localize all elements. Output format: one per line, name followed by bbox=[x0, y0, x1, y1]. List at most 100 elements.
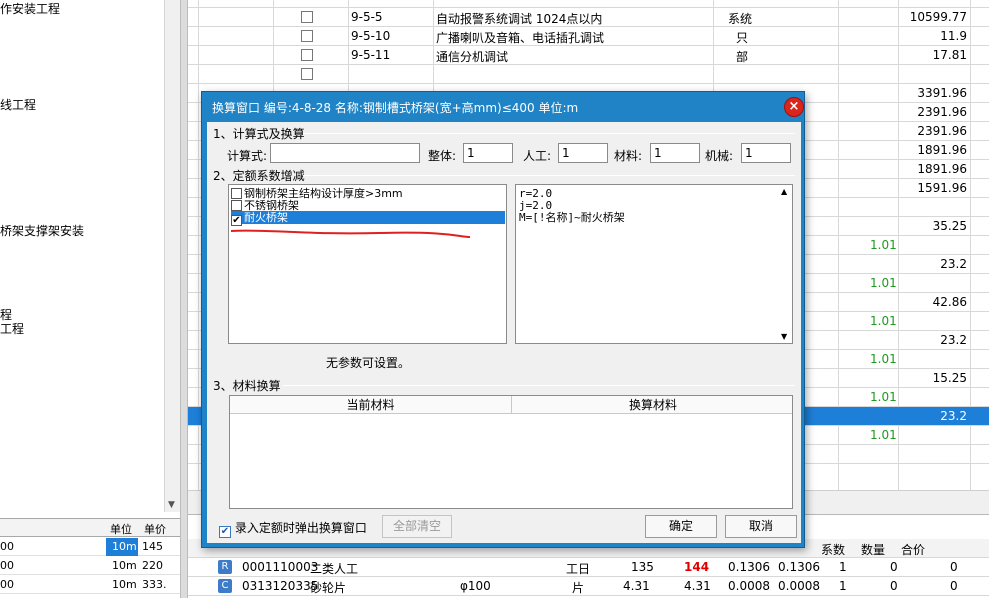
tree-item[interactable]: 线工程 bbox=[0, 96, 36, 113]
tree-item[interactable]: 工程 bbox=[0, 320, 24, 337]
checkbox-checked-icon[interactable]: ✔ bbox=[219, 526, 231, 538]
row-checkbox[interactable] bbox=[301, 30, 313, 42]
machine-label: 机械: bbox=[705, 149, 734, 163]
table-row[interactable]: C 0313120335 砂轮片 φ100 片 4.31 4.31 0.0008… bbox=[188, 577, 989, 596]
row-adjusted-price: 144 bbox=[684, 560, 710, 574]
red-underline-annotation bbox=[230, 229, 471, 238]
row-value: 1891.96 bbox=[917, 143, 967, 157]
row-total: 0 bbox=[950, 579, 958, 593]
table-row[interactable] bbox=[188, 0, 989, 8]
column-header: 当前材料 bbox=[230, 396, 512, 414]
column-header: 系数 bbox=[821, 543, 846, 557]
checkbox-unchecked-icon[interactable] bbox=[231, 200, 242, 211]
row-qty: 0.1306 bbox=[728, 560, 770, 574]
row-spec: φ100 bbox=[460, 579, 491, 593]
checkbox-unchecked-icon[interactable] bbox=[231, 188, 242, 199]
row-code: 0001110003 bbox=[242, 560, 319, 574]
table-row[interactable]: R 0001110003 二类人工 工日 135 144 0.1306 0.13… bbox=[188, 558, 989, 577]
formula-line: M=[!名称]~耐火桥架 bbox=[519, 211, 625, 224]
tree-item[interactable]: 作安装工程 bbox=[0, 0, 60, 17]
table-row[interactable]: 00 10m 145 bbox=[0, 538, 180, 556]
row-coef: 1.01 bbox=[870, 276, 897, 290]
calc-input[interactable] bbox=[270, 143, 420, 163]
row-value: 10599.77 bbox=[909, 10, 967, 24]
conversion-dialog: 换算窗口 编号:4-8-28 名称:钢制槽式桥架(宽+高mm)≤400 单位:m… bbox=[201, 91, 805, 548]
row-unit: 工日 bbox=[566, 562, 591, 576]
row-value: 23.2 bbox=[940, 257, 967, 271]
row-amount: 0 bbox=[890, 560, 898, 574]
row-value: 1591.96 bbox=[917, 181, 967, 195]
row-checkbox[interactable] bbox=[301, 11, 313, 23]
ok-button[interactable]: 确定 bbox=[645, 515, 717, 538]
row-price: 135 bbox=[631, 560, 654, 574]
row-coef: 1 bbox=[839, 579, 847, 593]
table-row[interactable]: 00 10m 333. bbox=[0, 576, 180, 594]
row-unit[interactable]: 10m bbox=[106, 538, 138, 556]
machine-input[interactable]: 1 bbox=[741, 143, 791, 163]
column-header: 数量 bbox=[861, 543, 886, 557]
row-name: 砂轮片 bbox=[310, 581, 347, 595]
dialog-title: 换算窗口 编号:4-8-28 名称:钢制槽式桥架(宽+高mm)≤400 单位:m bbox=[212, 101, 579, 115]
scroll-down-icon[interactable]: ▼ bbox=[168, 500, 175, 510]
left-price-table: 单位 单价 00 10m 145 00 10m 220 00 10m 333. bbox=[0, 518, 180, 598]
whole-input[interactable]: 1 bbox=[463, 143, 513, 163]
material-input[interactable]: 1 bbox=[650, 143, 700, 163]
row-value: 35.25 bbox=[932, 219, 967, 233]
row-coef: 1 bbox=[839, 560, 847, 574]
row-coef: 1.01 bbox=[870, 390, 897, 404]
section-title: 2、定额系数增减 bbox=[213, 169, 305, 183]
row-value: 23.2 bbox=[940, 333, 967, 347]
table-row[interactable]: 00 10m 220 bbox=[0, 557, 180, 575]
row-code: 9-5-11 bbox=[351, 48, 391, 62]
row-value: 3391.96 bbox=[917, 86, 967, 100]
row-value: 42.86 bbox=[932, 295, 967, 309]
table-row[interactable]: 9-5-5 自动报警系统调试 1024点以内 系统 10599.77 bbox=[188, 8, 989, 27]
formula-textarea[interactable]: r=2.0 j=2.0 M=[!名称]~耐火桥架 ▲ ▼ bbox=[515, 184, 793, 344]
scroll-down-icon[interactable]: ▼ bbox=[781, 332, 787, 341]
cancel-button[interactable]: 取消 bbox=[725, 515, 797, 538]
row-unit: 10m bbox=[112, 578, 137, 591]
material-table[interactable]: 当前材料 换算材料 bbox=[229, 395, 793, 509]
coefficient-list[interactable]: 钢制桥架主结构设计厚度>3mm 不锈钢桥架 ✔ 耐火桥架 bbox=[228, 184, 507, 344]
row-name: 二类人工 bbox=[310, 562, 359, 576]
whole-label: 整体: bbox=[428, 149, 457, 163]
labor-label: 人工: bbox=[523, 149, 552, 163]
row-code: 00 bbox=[0, 559, 14, 572]
row-coef: 1.01 bbox=[870, 428, 897, 442]
section-title: 3、材料换算 bbox=[213, 379, 281, 393]
row-price: 145 bbox=[142, 540, 163, 553]
dialog-body: 1、计算式及换算 计算式: 整体: 1 人工: 1 材料: 1 机械: 1 2、… bbox=[207, 122, 801, 543]
panel-splitter[interactable] bbox=[180, 0, 188, 598]
row-checkbox[interactable] bbox=[301, 68, 313, 80]
table-row[interactable] bbox=[188, 65, 989, 84]
row-unit: 只 bbox=[736, 31, 749, 45]
material-label: 材料: bbox=[614, 149, 643, 163]
row-coef: 1.01 bbox=[870, 314, 897, 328]
popup-option[interactable]: ✔ 录入定额时弹出换算窗口 bbox=[219, 519, 367, 538]
tree-item[interactable]: 桥架支撑架安装 bbox=[0, 222, 84, 239]
row-qty: 0.1306 bbox=[778, 560, 820, 574]
row-value: 15.25 bbox=[932, 371, 967, 385]
row-code: 0313120335 bbox=[242, 579, 319, 593]
row-checkbox[interactable] bbox=[301, 49, 313, 61]
scroll-up-icon[interactable]: ▲ bbox=[781, 187, 787, 196]
table-row[interactable]: 9-5-11 通信分机调试 部 17.81 bbox=[188, 46, 989, 65]
close-icon[interactable]: × bbox=[784, 97, 804, 117]
table-row[interactable]: 9-5-10 广播喇叭及音箱、电话插孔调试 只 11.9 bbox=[188, 27, 989, 46]
labor-input[interactable]: 1 bbox=[558, 143, 608, 163]
clear-all-button[interactable]: 全部清空 bbox=[382, 515, 452, 538]
row-total: 0 bbox=[950, 560, 958, 574]
resource-type-badge: C bbox=[218, 579, 232, 593]
tree-scrollbar[interactable]: ▼ bbox=[164, 0, 180, 512]
row-value: 2391.96 bbox=[917, 105, 967, 119]
row-qty: 0.0008 bbox=[778, 579, 820, 593]
row-price: 4.31 bbox=[623, 579, 650, 593]
row-price: 220 bbox=[142, 559, 163, 572]
row-value: 11.9 bbox=[940, 29, 967, 43]
row-name: 广播喇叭及音箱、电话插孔调试 bbox=[436, 31, 605, 45]
textarea-scrollbar[interactable]: ▲ ▼ bbox=[778, 185, 792, 343]
column-header: 单价 bbox=[144, 523, 166, 536]
column-header: 合价 bbox=[901, 543, 926, 557]
row-amount: 0 bbox=[890, 579, 898, 593]
row-coef: 1.01 bbox=[870, 238, 897, 252]
